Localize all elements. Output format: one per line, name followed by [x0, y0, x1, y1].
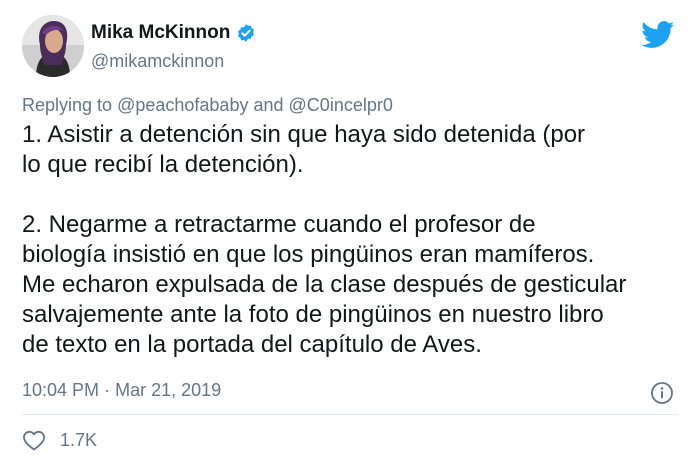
like-count: 1.7K: [60, 429, 98, 450]
mention-link[interactable]: @C0incelpr0: [289, 95, 393, 115]
author-display-name[interactable]: Mika McKinnon: [91, 22, 230, 44]
tweet-timestamp[interactable]: 10:04 PM · Mar 21, 2019: [22, 380, 221, 401]
author-handle[interactable]: @mikamckinnon: [91, 51, 224, 72]
tweet-date: Mar 21, 2019: [115, 380, 222, 400]
tweet-text: 1. Asistir a detención sin que haya sido…: [22, 120, 692, 360]
heart-icon[interactable]: [22, 429, 46, 451]
replying-to-line: Replying to @peachofababy and @C0incelpr…: [22, 95, 393, 116]
twitter-bird-icon[interactable]: [641, 21, 675, 49]
replying-to-joiner: and: [253, 95, 284, 115]
replying-to-prefix: Replying to: [22, 95, 113, 115]
info-icon[interactable]: [650, 381, 674, 405]
author-name-row: Mika McKinnon: [91, 22, 256, 44]
verified-badge-icon: [236, 23, 256, 43]
tweet-time: 10:04 PM: [22, 380, 100, 400]
meta-separator: ·: [104, 380, 111, 400]
avatar[interactable]: [22, 15, 84, 77]
profile-photo-icon: [22, 15, 84, 77]
tweet-paragraph: 2. Negarme a retractarme cuando el profe…: [22, 211, 627, 358]
divider: [22, 414, 678, 415]
mention-link[interactable]: @peachofababy: [117, 95, 248, 115]
like-action[interactable]: 1.7K: [22, 429, 97, 451]
tweet-paragraph: 1. Asistir a detención sin que haya sido…: [22, 121, 586, 178]
tweet-card: Mika McKinnon @mikamckinnon Replying to …: [0, 0, 700, 471]
